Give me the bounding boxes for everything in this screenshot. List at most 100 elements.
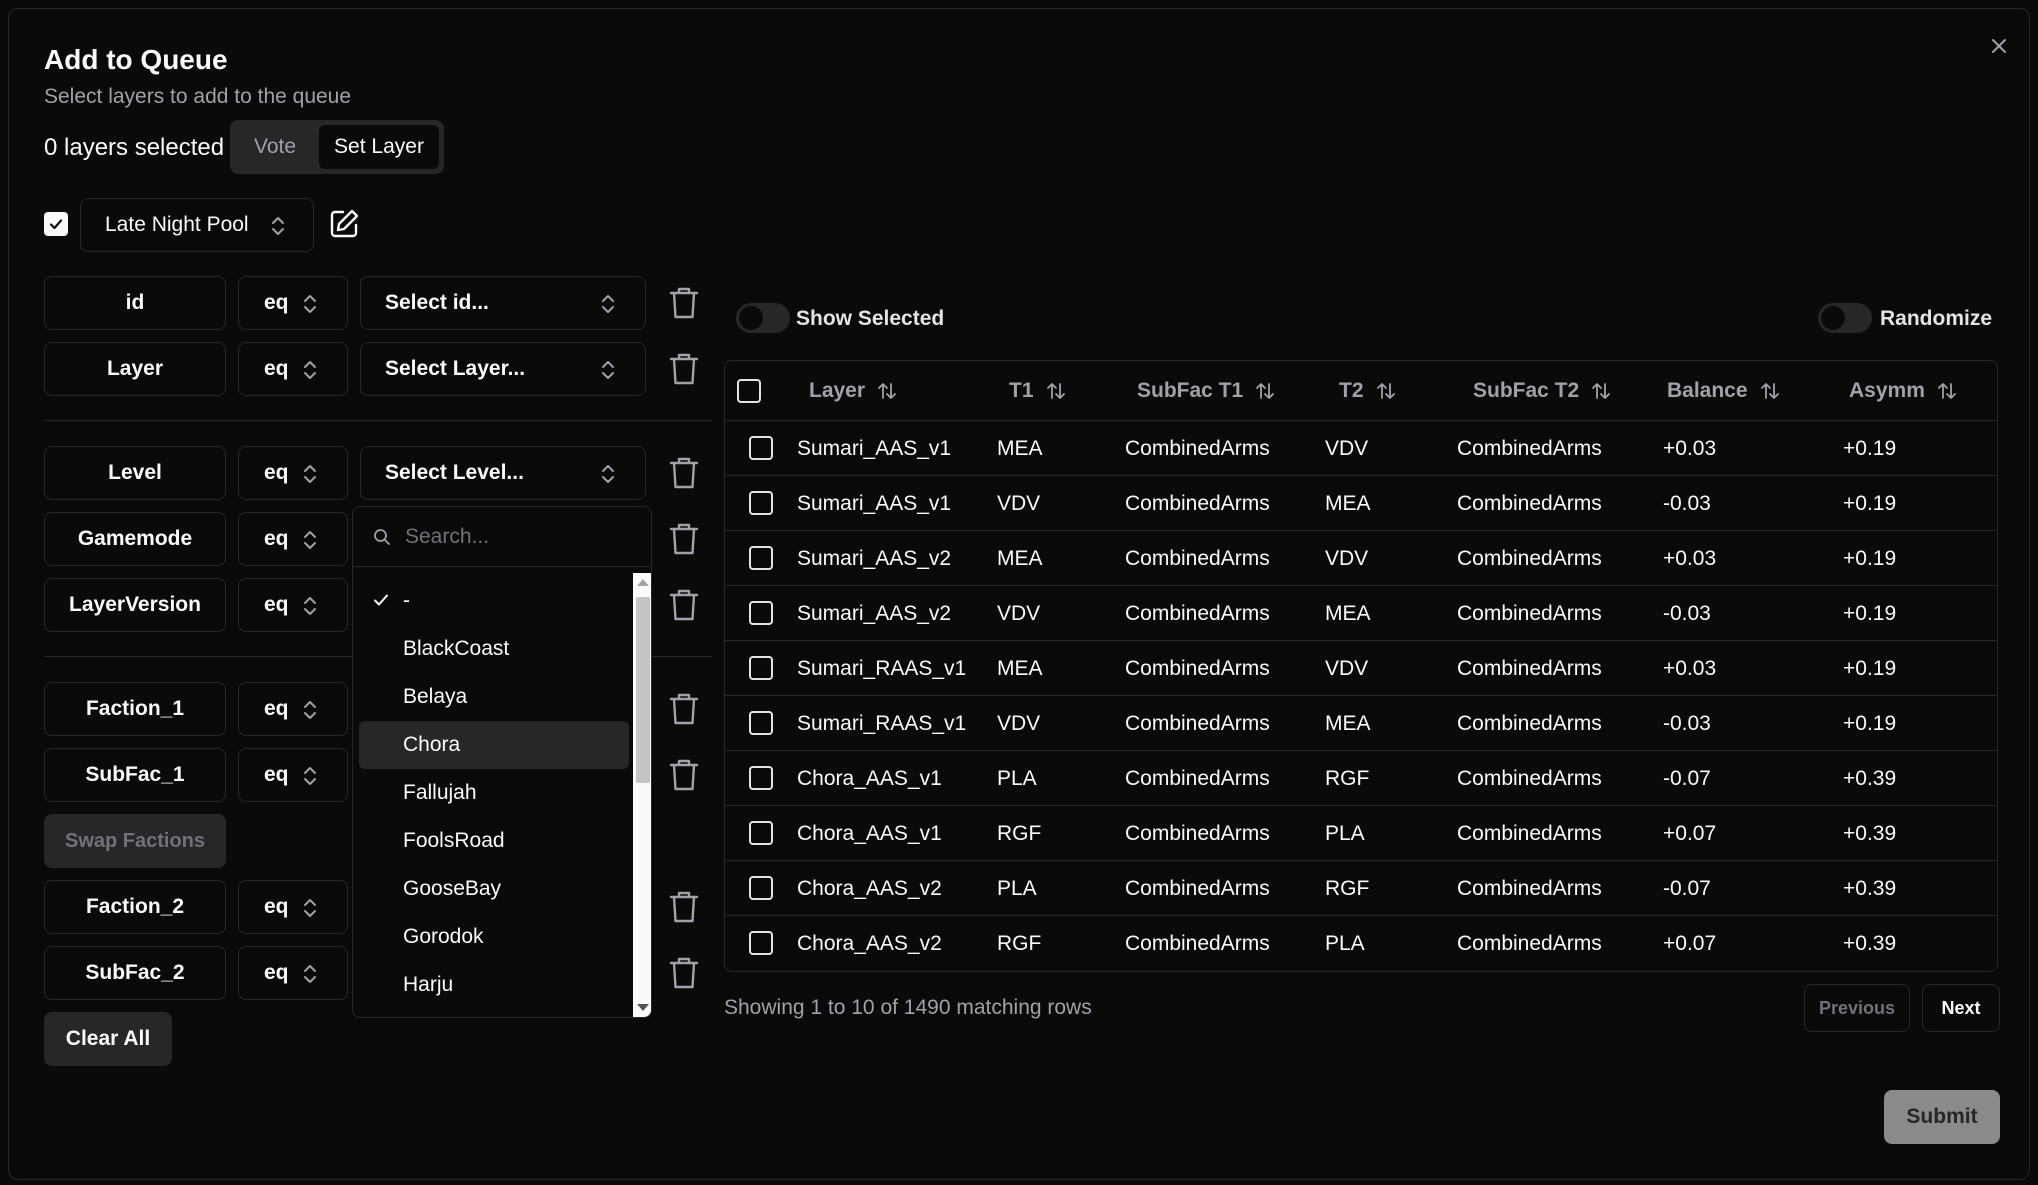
filter-operator-select[interactable]: eq xyxy=(238,446,348,500)
table-row[interactable]: Chora_AAS_v2 RGF CombinedArms PLA CombinedAr… xyxy=(725,916,1997,971)
delete-filter-button[interactable] xyxy=(668,521,700,557)
table-cell: Sumari_RAAS_v1 xyxy=(797,711,967,735)
row-checkbox[interactable] xyxy=(749,876,773,900)
filter-operator-select[interactable]: eq xyxy=(238,682,348,736)
row-checkbox[interactable] xyxy=(749,656,773,680)
table-cell: CombinedArms xyxy=(1125,491,1270,515)
filter-operator-select[interactable]: eq xyxy=(238,578,348,632)
table-row[interactable]: Sumari_RAAS_v1 MEA CombinedArms VDV Combined… xyxy=(725,641,1997,696)
dropdown-option[interactable]: Belaya xyxy=(359,673,629,721)
dropdown-option[interactable]: Gorodok xyxy=(359,913,629,961)
row-checkbox[interactable] xyxy=(749,491,773,515)
table-row[interactable]: Chora_AAS_v2 PLA CombinedArms RGF CombinedAr… xyxy=(725,861,1997,916)
table-row[interactable]: Sumari_RAAS_v1 VDV CombinedArms MEA Combined… xyxy=(725,696,1997,751)
filter-value-select[interactable]: Select Layer... xyxy=(360,342,646,396)
next-page-button[interactable]: Next xyxy=(1922,984,2000,1032)
scroll-down-arrow[interactable] xyxy=(637,1004,649,1011)
filter-operator-select[interactable]: eq xyxy=(238,276,348,330)
filter-field-id[interactable]: id xyxy=(44,276,226,330)
filter-field-subfac_1[interactable]: SubFac_1 xyxy=(44,748,226,802)
previous-page-button[interactable]: Previous xyxy=(1804,984,1910,1032)
dropdown-option[interactable]: FoolsRoad xyxy=(359,817,629,865)
randomize-switch[interactable] xyxy=(1818,303,1872,333)
filter-operator-select[interactable]: eq xyxy=(238,748,348,802)
filter-value-select[interactable]: Select Level... xyxy=(360,446,646,500)
sort-arrows-icon xyxy=(1256,383,1275,399)
table-row[interactable]: Chora_AAS_v1 PLA CombinedArms RGF CombinedAr… xyxy=(725,751,1997,806)
mode-vote-button[interactable]: Vote xyxy=(235,125,315,169)
column-header-t2[interactable]: T2 xyxy=(1339,361,1396,421)
pool-checkbox[interactable] xyxy=(44,212,68,236)
column-header-layer[interactable]: Layer xyxy=(809,361,897,421)
row-checkbox[interactable] xyxy=(749,821,773,845)
column-header-balance[interactable]: Balance xyxy=(1667,361,1780,421)
filter-operator-select[interactable]: eq xyxy=(238,946,348,1000)
row-checkbox[interactable] xyxy=(749,711,773,735)
dropdown-search[interactable]: Search... xyxy=(353,507,651,567)
table-cell: Chora_AAS_v2 xyxy=(797,876,942,900)
filter-value-select[interactable]: Select id... xyxy=(360,276,646,330)
edit-pool-button[interactable] xyxy=(326,206,362,242)
table-row[interactable]: Chora_AAS_v1 RGF CombinedArms PLA CombinedAr… xyxy=(725,806,1997,861)
swap-factions-button[interactable]: Swap Factions xyxy=(44,814,226,868)
table-row[interactable]: Sumari_AAS_v1 MEA CombinedArms VDV CombinedA… xyxy=(725,421,1997,476)
row-checkbox[interactable] xyxy=(749,436,773,460)
filter-field-faction_1[interactable]: Faction_1 xyxy=(44,682,226,736)
filter-field-gamemode[interactable]: Gamemode xyxy=(44,512,226,566)
trash-icon xyxy=(669,759,699,791)
filter-operator-select[interactable]: eq xyxy=(238,342,348,396)
dropdown-option[interactable]: Fallujah xyxy=(359,769,629,817)
delete-filter-button[interactable] xyxy=(668,351,700,387)
column-header-subfac-t1[interactable]: SubFac T1 xyxy=(1137,361,1275,421)
table-row[interactable]: Sumari_AAS_v2 VDV CombinedArms MEA CombinedA… xyxy=(725,586,1997,641)
dropdown-option[interactable]: BlackCoast xyxy=(359,625,629,673)
dialog-title: Add to Queue xyxy=(44,44,228,75)
row-checkbox[interactable] xyxy=(749,546,773,570)
mode-set-layer-button[interactable]: Set Layer xyxy=(319,125,439,169)
filter-field-faction_2[interactable]: Faction_2 xyxy=(44,880,226,934)
delete-filter-button[interactable] xyxy=(668,587,700,623)
pool-select[interactable]: Late Night Pool xyxy=(80,198,314,252)
delete-filter-button[interactable] xyxy=(668,889,700,925)
delete-filter-button[interactable] xyxy=(668,955,700,991)
filter-field-layer[interactable]: Layer xyxy=(44,342,226,396)
dropdown-scrollbar[interactable] xyxy=(633,573,651,1017)
filter-operator-select[interactable]: eq xyxy=(238,880,348,934)
clear-all-button[interactable]: Clear All xyxy=(44,1012,172,1066)
row-checkbox[interactable] xyxy=(749,601,773,625)
delete-filter-button[interactable] xyxy=(668,757,700,793)
show-selected-switch[interactable] xyxy=(736,303,790,333)
dropdown-option-label: Chora xyxy=(403,733,461,756)
column-header-label: Asymm xyxy=(1849,379,1925,402)
dropdown-option[interactable]: GooseBay xyxy=(359,865,629,913)
sort-arrows-icon xyxy=(1760,383,1779,399)
column-header-t1[interactable]: T1 xyxy=(1009,361,1066,421)
filter-operator-select[interactable]: eq xyxy=(238,512,348,566)
dropdown-option[interactable]: - xyxy=(359,577,629,625)
filter-field-subfac_2[interactable]: SubFac_2 xyxy=(44,946,226,1000)
scroll-up-arrow[interactable] xyxy=(637,579,649,586)
scrollbar-thumb[interactable] xyxy=(636,597,650,783)
dropdown-option[interactable]: Harju xyxy=(359,961,629,1009)
dropdown-option[interactable]: Chora xyxy=(359,721,629,769)
row-checkbox[interactable] xyxy=(749,931,773,955)
delete-filter-button[interactable] xyxy=(668,691,700,727)
table-cell: -0.03 xyxy=(1663,491,1711,515)
delete-filter-button[interactable] xyxy=(668,285,700,321)
chevrons-up-down-icon xyxy=(304,295,316,313)
column-header-asymm[interactable]: Asymm xyxy=(1849,361,1957,421)
check-icon xyxy=(374,594,388,606)
table-row[interactable]: Sumari_AAS_v2 MEA CombinedArms VDV CombinedA… xyxy=(725,531,1997,586)
filter-field-layerversion[interactable]: LayerVersion xyxy=(44,578,226,632)
submit-button[interactable]: Submit xyxy=(1884,1090,2000,1144)
delete-filter-button[interactable] xyxy=(668,455,700,491)
table-cell: CombinedArms xyxy=(1125,821,1270,845)
table-cell: CombinedArms xyxy=(1125,711,1270,735)
column-header-subfac-t2[interactable]: SubFac T2 xyxy=(1473,361,1611,421)
dropdown-option-label: - xyxy=(403,589,410,612)
close-button[interactable] xyxy=(1986,33,2012,59)
row-checkbox[interactable] xyxy=(749,766,773,790)
select-all-checkbox[interactable] xyxy=(737,379,761,403)
table-row[interactable]: Sumari_AAS_v1 VDV CombinedArms MEA CombinedA… xyxy=(725,476,1997,531)
filter-field-level[interactable]: Level xyxy=(44,446,226,500)
